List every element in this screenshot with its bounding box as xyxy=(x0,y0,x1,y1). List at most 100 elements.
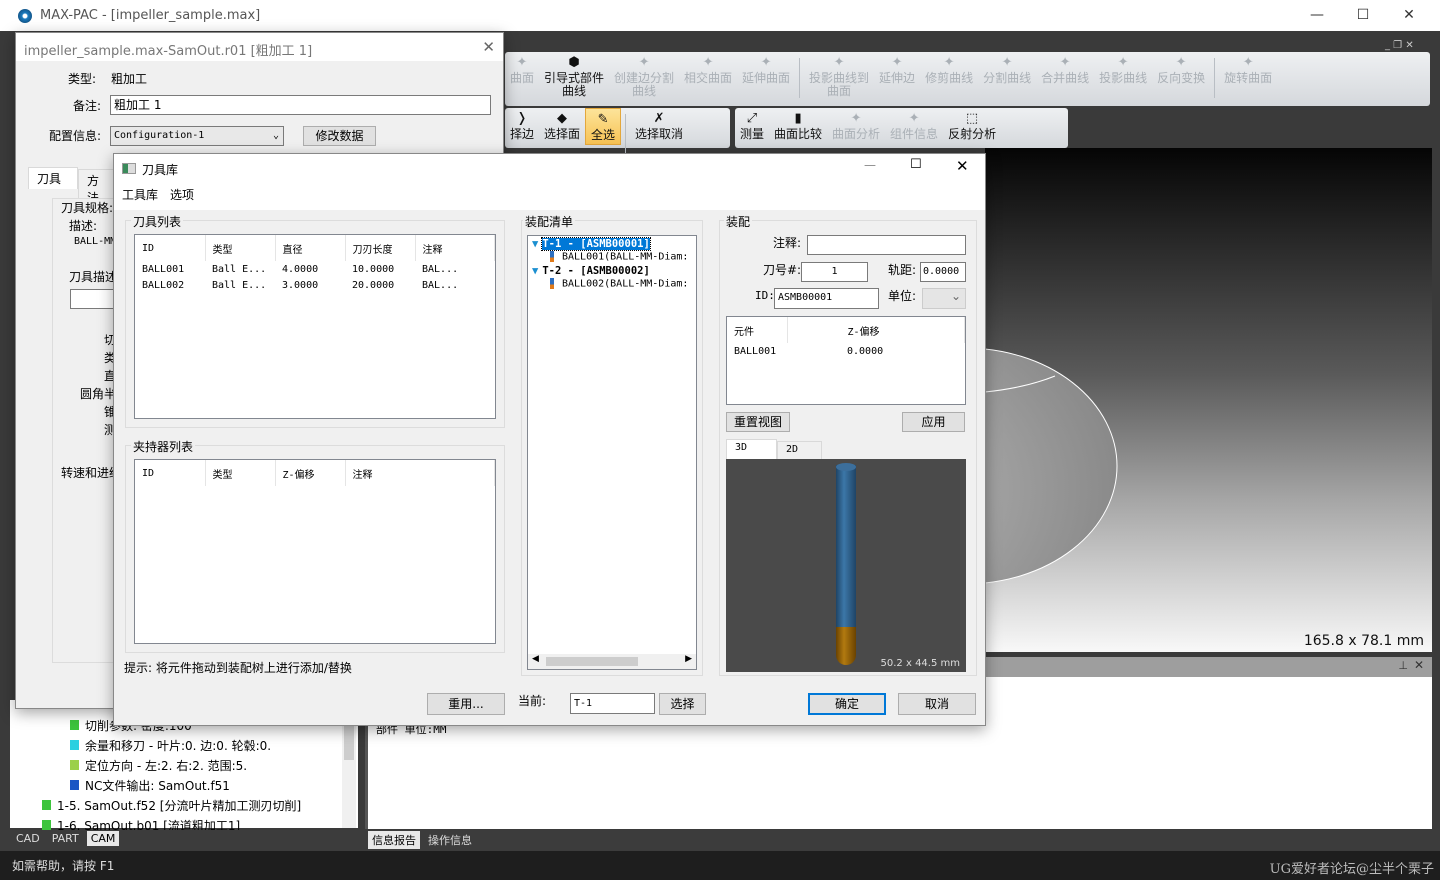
apply-button[interactable]: 应用 xyxy=(902,412,965,432)
ribbon-button-11[interactable]: ✦ 反向变换 xyxy=(1152,52,1210,87)
column-header[interactable]: Z-偏移 xyxy=(275,460,346,486)
tree-node-icon xyxy=(42,800,51,810)
tree-item-label: 1-5. SamOut.f52 [分流叶片精加工测刃切削] xyxy=(57,799,302,813)
bottom-tab-信息报告[interactable]: 信息报告 xyxy=(368,831,420,849)
ribbon-button-4[interactable]: ✦ 延伸曲面 xyxy=(737,52,795,87)
column-header[interactable]: ID xyxy=(135,235,206,261)
ribbon-button-7[interactable]: ✦ 修剪曲线 xyxy=(920,52,978,87)
bottom-tab-操作信息[interactable]: 操作信息 xyxy=(424,831,476,849)
tool-preview[interactable]: 50.2 x 44.5 mm xyxy=(726,459,966,672)
ribbon-button-12[interactable]: ✦ 旋转曲面 xyxy=(1219,52,1277,87)
current-input[interactable]: T-1 xyxy=(570,693,655,714)
ribbon-button-10[interactable]: ✦ 投影曲线 xyxy=(1094,52,1152,87)
tool-list[interactable]: ID 类型 直径 刀刃长度 注释 BALL001 Ball E... 4.0000 10.000… xyxy=(134,234,496,419)
column-header[interactable]: 元件 xyxy=(727,317,788,343)
lib-close-button[interactable]: ✕ xyxy=(956,157,969,175)
tree-node-icon xyxy=(70,780,79,790)
ribbon-button-4[interactable]: ⬚ 反射分析 xyxy=(943,108,1001,143)
unit-select[interactable]: ⌄ xyxy=(922,288,966,309)
tree-item-label: NC文件输出: SamOut.f51 xyxy=(85,779,230,793)
tree-item[interactable]: 定位方向 - 左:2. 右:2. 范围:5. xyxy=(70,756,301,776)
bottom-tab-CAM[interactable]: CAM xyxy=(86,831,120,846)
column-header[interactable]: 注释 xyxy=(415,235,495,261)
scroll-left-icon: ◀ xyxy=(532,654,539,664)
toolno-input[interactable]: 1 xyxy=(801,262,868,282)
ribbon-button-0[interactable]: ✦ 曲面 xyxy=(505,52,539,87)
operation-dialog-close[interactable]: ✕ xyxy=(482,38,495,56)
column-header[interactable]: 刀刃长度 xyxy=(345,235,416,261)
component-list[interactable]: 元件 Z-偏移 BALL001 0.0000 xyxy=(726,316,966,405)
impeller-model xyxy=(985,348,1118,584)
3d-viewport[interactable]: 165.8 x 78.1 mm xyxy=(985,148,1432,652)
table-row[interactable]: BALL001 Ball E... 4.0000 10.0000 BAL... xyxy=(135,261,495,277)
menu-options[interactable]: 选项 xyxy=(170,186,194,203)
ribbon-button-9[interactable]: ✦ 合并曲线 xyxy=(1036,52,1094,87)
tab-tool[interactable]: 刀具 xyxy=(28,167,78,189)
ribbon-button-5[interactable]: ✦ 投影曲线到曲面 xyxy=(804,52,874,100)
tree-item[interactable]: 余量和移刀 - 叶片:0. 边:0. 轮毂:0. xyxy=(70,736,301,756)
ribbon-button-3[interactable]: ✗ 选择取消 xyxy=(630,108,688,143)
column-header[interactable]: 直径 xyxy=(275,235,346,261)
config-select[interactable]: Configuration-1 ⌄ xyxy=(110,126,284,146)
assembly-node[interactable]: ▼ T-1 - [ASMB00001] xyxy=(528,236,696,251)
reuse-button[interactable]: 重用... xyxy=(427,693,505,715)
close-button[interactable]: ✕ xyxy=(1386,0,1432,31)
select-button[interactable]: 选择 xyxy=(659,693,706,715)
tab-2d[interactable]: 2D xyxy=(777,441,822,459)
assembly-child[interactable]: BALL001(BALL-MM-Diam: xyxy=(528,250,696,263)
column-header[interactable]: ID xyxy=(135,460,206,486)
minimize-button[interactable]: — xyxy=(1294,0,1340,31)
menu-toollib[interactable]: 工具库 xyxy=(122,186,158,203)
lib-minimize-button[interactable]: — xyxy=(864,158,876,172)
surface-analysis-icon: ✦ xyxy=(850,111,862,126)
assembly-node[interactable]: ▼ T-2 - [ASMB00002] xyxy=(528,263,696,277)
mdi-controls[interactable]: _ ❐ ✕ xyxy=(1385,40,1414,51)
column-header[interactable]: Z-偏移 xyxy=(787,317,965,343)
ribbon-button-2[interactable]: ✦ 创建边分割曲线 xyxy=(609,52,679,100)
ribbon-button-3[interactable]: ✦ 相交曲面 xyxy=(679,52,737,87)
assembly-tree[interactable]: ▼ T-1 - [ASMB00001] BALL001(BALL-MM-Diam: ▼… xyxy=(527,235,697,670)
modify-data-button[interactable]: 修改数据 xyxy=(303,126,376,146)
holder-list-label: 夹持器列表 xyxy=(131,438,196,455)
ribbon-button-6[interactable]: ✦ 延伸边 xyxy=(874,52,920,87)
reset-view-button[interactable]: 重置视图 xyxy=(726,412,790,432)
cancel-button[interactable]: 取消 xyxy=(898,693,976,715)
assembly-hscrollbar[interactable]: ◀ ▶ xyxy=(528,654,696,669)
column-header[interactable]: 类型 xyxy=(205,460,276,486)
ribbon-button-1[interactable]: ⬢ 引导式部件曲线 xyxy=(539,52,609,100)
ok-button[interactable]: 确定 xyxy=(808,693,886,715)
ribbon-button-label: 投影曲线到曲面 xyxy=(809,71,870,98)
bottom-tab-PART[interactable]: PART xyxy=(48,831,83,846)
assembly-child[interactable]: BALL002(BALL-MM-Diam: xyxy=(528,277,696,289)
column-header[interactable]: 类型 xyxy=(205,235,276,261)
asm-note-input[interactable] xyxy=(807,235,966,255)
ribbon-button-1[interactable]: ▮ 曲面比较 xyxy=(769,108,827,143)
rotate-surface-icon: ✦ xyxy=(1242,55,1254,70)
lib-maximize-button[interactable]: ☐ xyxy=(910,157,922,172)
pin-icon[interactable]: ⊥ xyxy=(1398,659,1408,672)
track-input[interactable]: 0.0000 xyxy=(920,262,966,282)
holder-list[interactable]: ID 类型 Z-偏移 注释 xyxy=(134,459,496,644)
tree-item[interactable]: 1-5. SamOut.f52 [分流叶片精加工测刃切削] xyxy=(42,796,301,816)
ribbon-button-3[interactable]: ✦ 组件信息 xyxy=(885,108,943,143)
column-header[interactable]: 注释 xyxy=(345,460,495,486)
tree-item[interactable]: NC文件输出: SamOut.f51 xyxy=(70,776,301,796)
ribbon-button-0[interactable]: ⤢ 测量 xyxy=(735,108,769,143)
bottom-tab-CAD[interactable]: CAD xyxy=(12,831,44,846)
ribbon-button-2[interactable]: ✦ 曲面分析 xyxy=(827,108,885,143)
panel-close-icon[interactable]: ✕ xyxy=(1414,658,1424,672)
id-input[interactable]: ASMB00001 xyxy=(774,288,879,309)
tab-3d[interactable]: 3D xyxy=(726,439,777,459)
table-header: ID 类型 Z-偏移 注释 xyxy=(135,460,495,486)
table-row[interactable]: BALL002 Ball E... 3.0000 20.0000 BAL... xyxy=(135,277,495,293)
table-row[interactable]: BALL001 0.0000 xyxy=(727,343,965,359)
maximize-button[interactable]: ☐ xyxy=(1340,0,1386,31)
ribbon-button-8[interactable]: ✦ 分割曲线 xyxy=(978,52,1036,87)
app-logo-icon xyxy=(18,8,32,23)
ribbon-button-label: 创建边分割曲线 xyxy=(614,71,675,98)
ribbon-button-1[interactable]: ◆ 选择面 xyxy=(539,108,585,143)
note-input[interactable]: 粗加工 1 xyxy=(110,95,491,115)
ribbon-button-0[interactable]: ❭ 择边 xyxy=(505,108,539,143)
ribbon-button-label: 旋转曲面 xyxy=(1224,71,1273,85)
ribbon-button-2[interactable]: ✎ 全选 xyxy=(585,108,622,145)
